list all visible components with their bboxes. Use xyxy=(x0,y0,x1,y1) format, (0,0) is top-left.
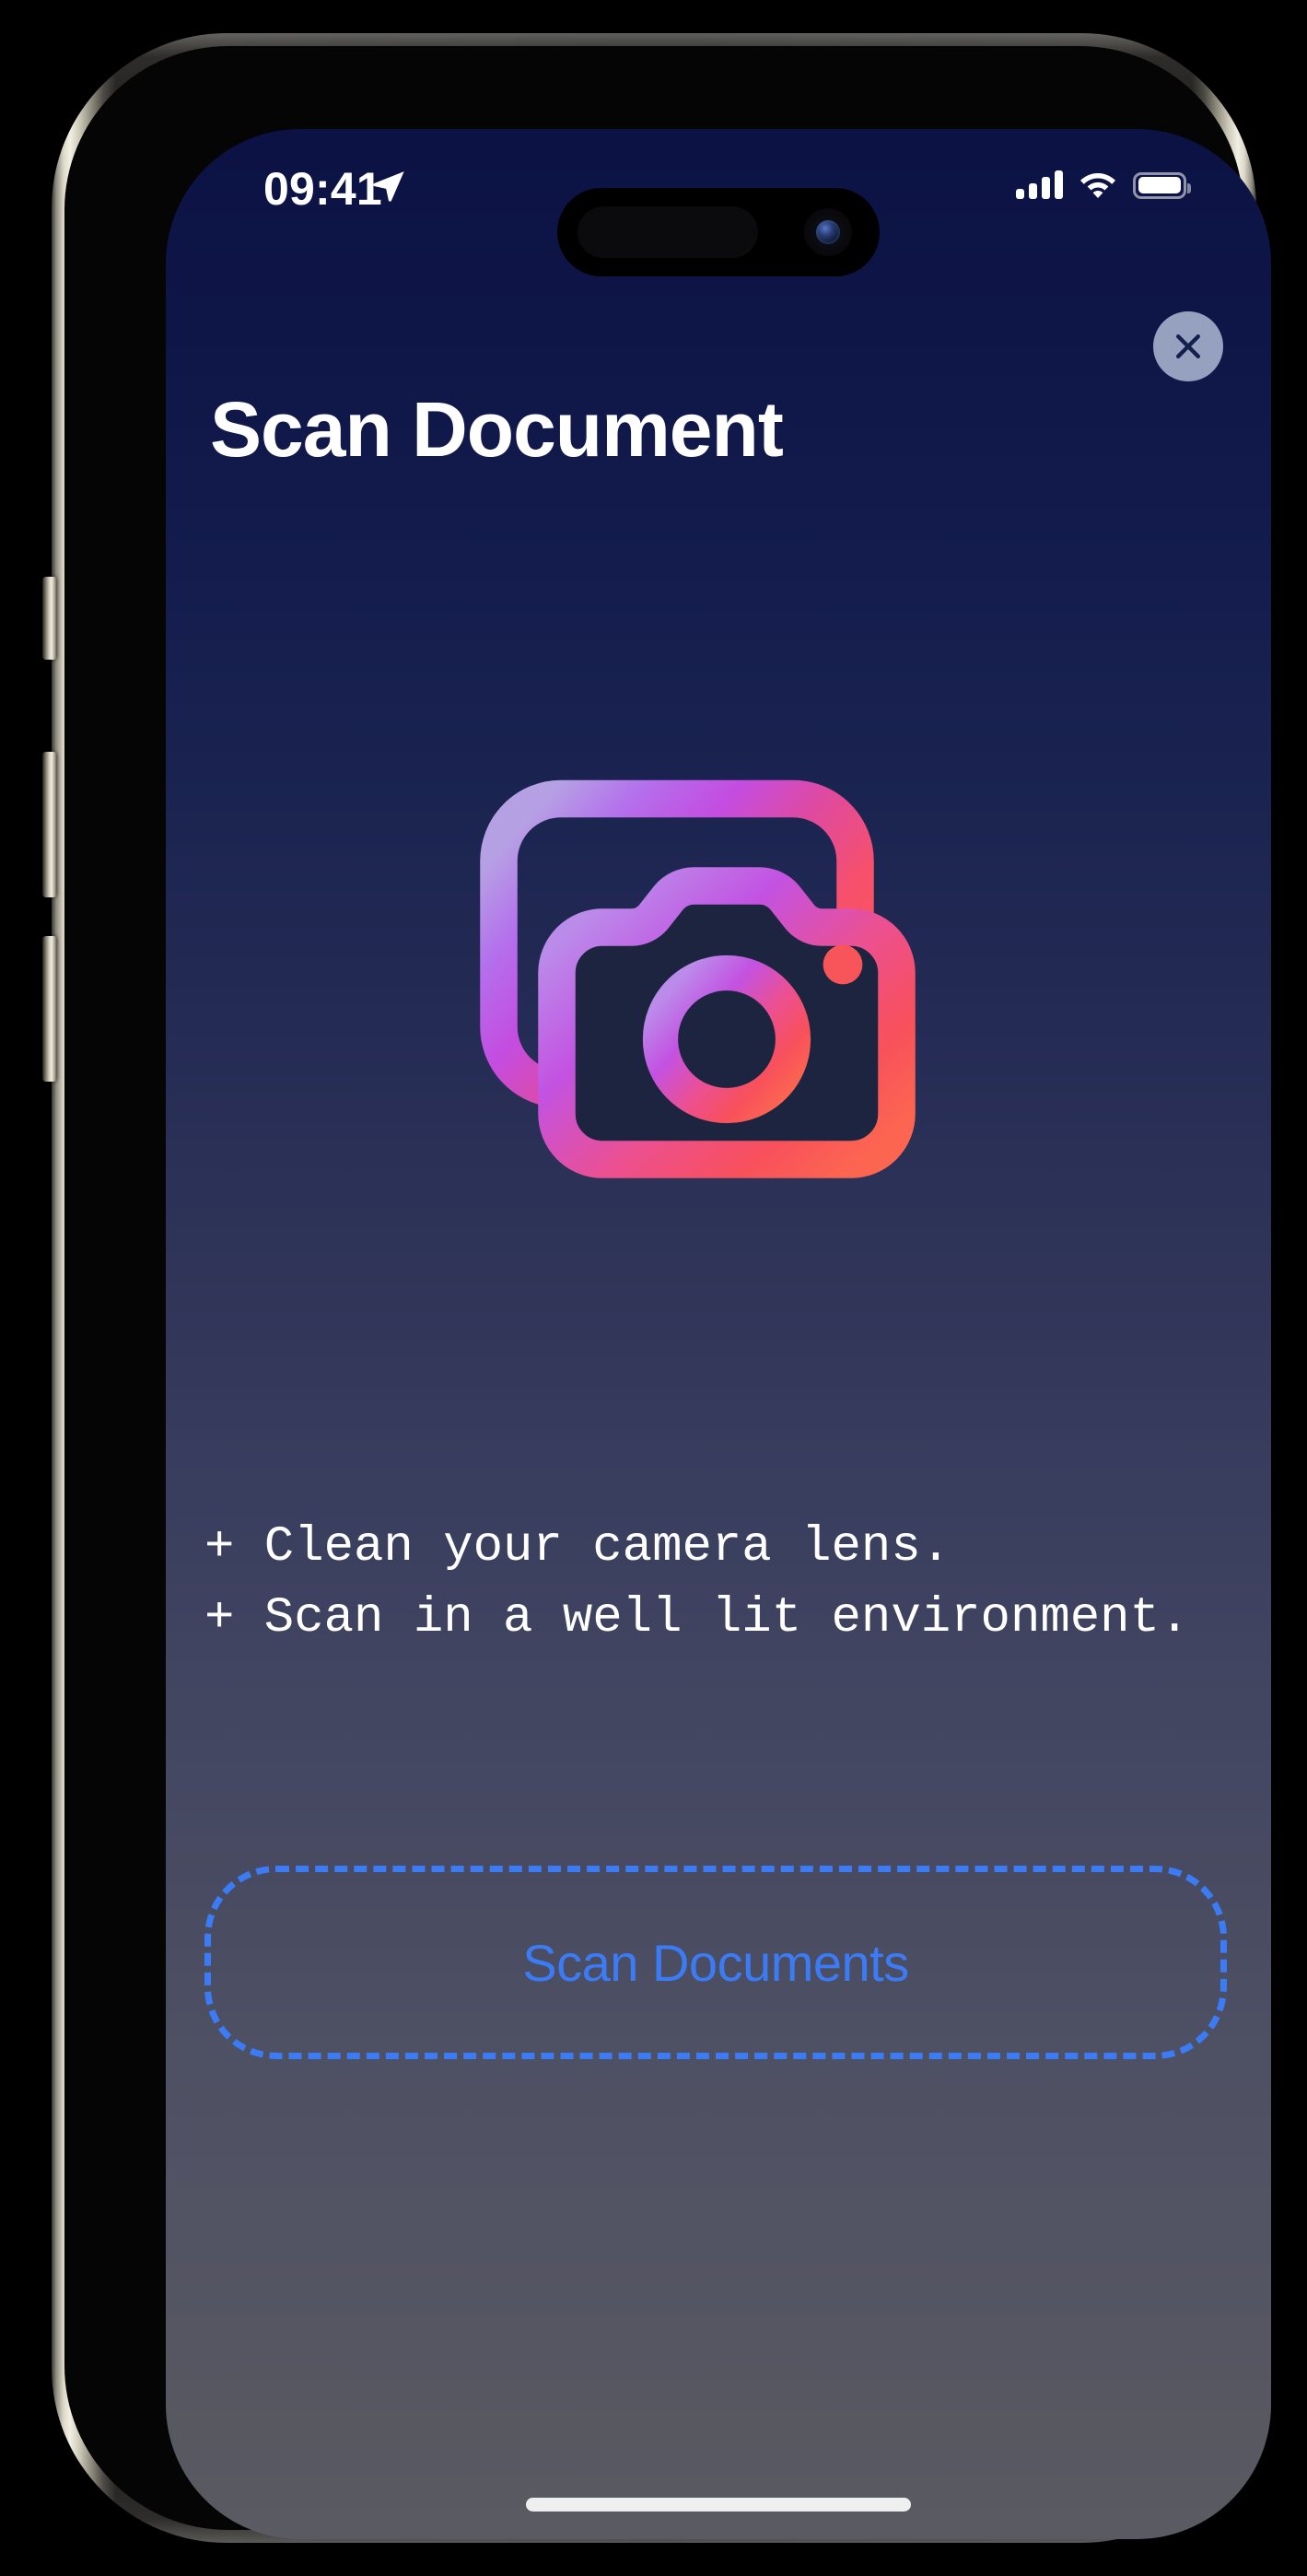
location-arrow-icon xyxy=(373,171,404,202)
close-x-icon xyxy=(1176,334,1200,358)
status-indicators xyxy=(1016,170,1191,199)
cellular-signal-icon xyxy=(1016,170,1063,199)
document-camera-icon xyxy=(470,774,967,1188)
wifi-icon xyxy=(1080,173,1115,198)
scan-documents-button[interactable]: Scan Documents xyxy=(204,1866,1227,2059)
volume-down-button[interactable] xyxy=(42,936,57,1082)
device-stage: 09:41 Scan Document + Clean your camera … xyxy=(0,0,1307,2576)
phone-screen: 09:41 Scan Document + Clean your camera … xyxy=(166,129,1271,2539)
face-id-sensor-icon xyxy=(578,206,758,258)
action-button[interactable] xyxy=(42,577,57,660)
instructions-text: + Clean your camera lens. + Scan in a we… xyxy=(204,1519,1190,1646)
dynamic-island[interactable] xyxy=(557,188,880,276)
battery-icon xyxy=(1133,171,1191,199)
phone-bezel: 09:41 Scan Document + Clean your camera … xyxy=(64,46,1271,2539)
page-title: Scan Document xyxy=(210,386,784,473)
close-button[interactable] xyxy=(1153,311,1223,381)
status-time: 09:41 xyxy=(263,163,382,215)
front-camera-icon xyxy=(804,208,852,256)
volume-up-button[interactable] xyxy=(42,752,57,897)
battery-fill xyxy=(1138,177,1181,193)
home-indicator-bar[interactable] xyxy=(526,2498,911,2512)
